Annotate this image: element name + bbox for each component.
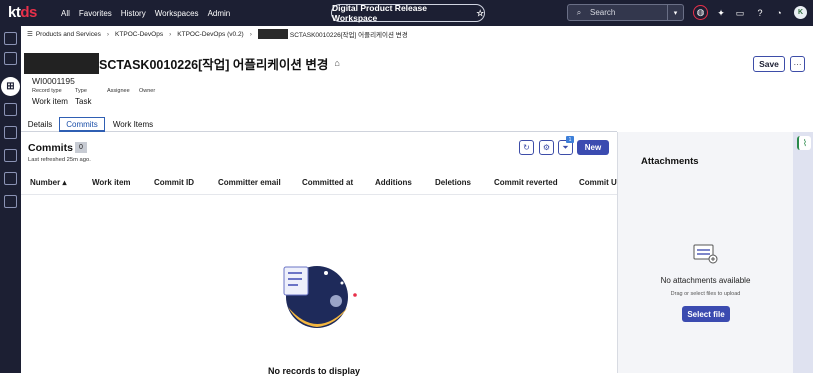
help-icon[interactable]: ? xyxy=(753,6,767,20)
nav-admin[interactable]: Admin xyxy=(208,9,231,18)
select-file-button[interactable]: Select file xyxy=(682,306,730,322)
more-actions-button[interactable]: ··· xyxy=(790,56,805,72)
refresh-button[interactable]: ↻ xyxy=(519,140,534,155)
filter-count-badge: 1 xyxy=(566,136,574,143)
field-value-record-type: Work item xyxy=(32,97,68,106)
left-rail: ⊞ xyxy=(0,26,21,373)
star-icon[interactable]: ☆ xyxy=(476,8,484,19)
field-value-type: Task xyxy=(75,97,92,106)
document-icon[interactable] xyxy=(4,149,17,162)
redacted-block xyxy=(257,29,288,39)
briefcase-icon[interactable] xyxy=(4,195,17,208)
redacted-block xyxy=(24,52,99,74)
tab-details[interactable]: Details xyxy=(25,117,55,132)
refresh-icon: ↻ xyxy=(523,143,530,152)
kt-ds-logo[interactable]: ktds xyxy=(8,4,37,21)
column-additions[interactable]: Additions xyxy=(375,178,412,187)
commits-count-badge: 0 xyxy=(75,142,87,153)
column-commit-id[interactable]: Commit ID xyxy=(154,178,194,187)
chevron-right-icon: › xyxy=(249,30,252,38)
column-commit-reverted[interactable]: Commit reverted xyxy=(494,178,558,187)
drag-upload-hint: Drag or select files to upload xyxy=(670,291,741,297)
clipboard-icon[interactable] xyxy=(4,172,17,185)
workspace-title: Digital Product Release Workspace xyxy=(332,3,427,23)
nav-all[interactable]: All xyxy=(61,9,70,18)
search-placeholder: Search xyxy=(590,8,616,17)
empty-state-illustration xyxy=(283,266,357,328)
user-avatar[interactable]: K xyxy=(794,6,807,19)
nav-favorites[interactable]: Favorites xyxy=(79,9,112,18)
field-label-assignee: Assignee xyxy=(107,88,130,94)
new-commit-button[interactable]: New xyxy=(577,140,609,155)
column-deletions[interactable]: Deletions xyxy=(435,178,471,187)
field-label-type: Type xyxy=(75,88,87,94)
filter-icon: ⏷ xyxy=(562,142,569,152)
column-committed-at[interactable]: Committed at xyxy=(302,178,353,187)
record-tabs: Details Commits Work Items xyxy=(21,117,617,132)
search-icon: ⌕ xyxy=(576,7,582,17)
nav-workspaces[interactable]: Workspaces xyxy=(155,9,199,18)
breadcrumb-item-ktpoc[interactable]: KTPOC-DevOps xyxy=(115,31,163,38)
nav-history[interactable]: History xyxy=(121,9,146,18)
commits-table-header: Number ▴ Work item Commit ID Committer e… xyxy=(21,170,617,195)
sparkle-icon[interactable]: ✦ xyxy=(714,6,728,20)
tag-icon[interactable]: ⌂ xyxy=(334,58,339,68)
bell-icon[interactable]: ◔ xyxy=(772,6,786,20)
column-commit-url[interactable]: Commit UR xyxy=(579,178,617,187)
save-button[interactable]: Save xyxy=(753,56,785,72)
settings-button[interactable]: ⚙ xyxy=(539,140,554,155)
column-number[interactable]: Number ▴ xyxy=(30,178,66,187)
chat-icon[interactable]: ▭ xyxy=(733,6,747,20)
empty-state-message: No records to display xyxy=(268,366,361,376)
column-work-item[interactable]: Work item xyxy=(92,178,131,187)
commits-heading: Commits xyxy=(28,142,73,154)
paperclip-icon[interactable]: ⌇ xyxy=(797,136,811,150)
calendar-icon[interactable] xyxy=(4,126,17,139)
workspace-title-pill[interactable]: Digital Product Release Workspace ☆ xyxy=(331,3,485,23)
breadcrumb-item-products[interactable]: Products and Services xyxy=(36,31,101,38)
chevron-right-icon: › xyxy=(106,30,110,38)
no-attachments-text: No attachments available xyxy=(660,276,751,285)
attachments-heading: Attachments xyxy=(641,156,699,167)
breadcrumb-menu-icon[interactable]: ☰ xyxy=(27,30,33,38)
attachment-file-icon xyxy=(693,244,718,264)
last-refreshed-text: Last refreshed 25m ago. xyxy=(28,157,91,163)
breadcrumb-item-ktpoc-v02[interactable]: KTPOC-DevOps (v0.2) xyxy=(177,31,243,38)
home-icon[interactable] xyxy=(4,32,17,45)
chevron-right-icon: › xyxy=(169,30,172,38)
gear-icon: ⚙ xyxy=(542,143,551,152)
main-nav: All Favorites History Workspaces Admin xyxy=(56,0,234,26)
breadcrumb-item-current: SCTASK0010226[작업] 어플리케이션 변경 xyxy=(289,32,408,39)
global-search[interactable]: ⌕ Search ▾ xyxy=(567,4,684,21)
page-title: SCTASK0010226[작업] 어플리케이션 변경 xyxy=(99,57,329,72)
tab-work-items[interactable]: Work Items xyxy=(109,117,157,132)
search-scope-dropdown[interactable]: ▾ xyxy=(667,5,683,20)
breadcrumb: ☰ Products and Services › KTPOC-DevOps ›… xyxy=(27,27,408,41)
column-committer-email[interactable]: Committer email xyxy=(218,178,281,187)
tab-commits[interactable]: Commits xyxy=(59,117,105,132)
globe-icon[interactable]: ◍ xyxy=(693,5,708,20)
record-header: SCTASK0010226[작업] 어플리케이션 변경 ⌂ xyxy=(24,52,340,74)
board-icon[interactable] xyxy=(4,103,17,116)
field-label-owner: Owner xyxy=(139,88,156,94)
collapse-icon[interactable] xyxy=(4,52,17,65)
field-label-record-type: Record type xyxy=(32,88,62,94)
right-side-rail xyxy=(793,132,813,373)
record-number: WI0001195 xyxy=(32,76,75,86)
